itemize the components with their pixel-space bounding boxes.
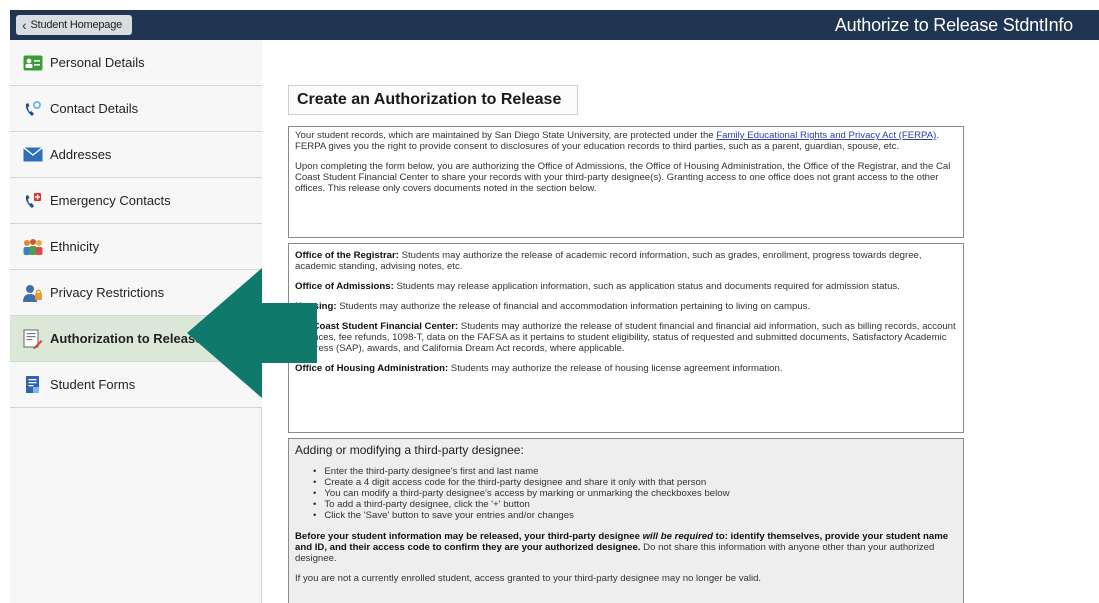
sidebar-item-label: Ethnicity — [50, 239, 100, 254]
list-item: Enter the third-party designee's first a… — [313, 466, 957, 477]
sidebar-item-label: Student Forms — [50, 377, 136, 392]
office-admissions: Office of Admissions: Students may relea… — [295, 281, 957, 292]
designee-instructions-box: Adding or modifying a third-party design… — [288, 438, 964, 603]
user-lock-icon — [22, 283, 44, 303]
designee-warning: Before your student information may be r… — [295, 531, 957, 564]
office-financial-center: Cal Coast Student Financial Center: Stud… — [295, 321, 957, 354]
list-item: Create a 4 digit access code for the thi… — [313, 477, 957, 488]
designee-cutoff-text: If you are not a currently enrolled stud… — [295, 573, 762, 584]
ferpa-link[interactable]: Family Educational Rights and Privacy Ac… — [716, 130, 936, 141]
phone-contact-icon — [22, 99, 44, 119]
sidebar-item-emergency-contacts[interactable]: Emergency Contacts — [10, 178, 262, 224]
list-item: Click the 'Save' button to save your ent… — [313, 510, 957, 521]
people-group-icon — [22, 237, 44, 257]
sidebar-item-ethnicity[interactable]: Ethnicity — [10, 224, 262, 270]
student-homepage-button[interactable]: ‹ Student Homepage — [16, 15, 133, 35]
list-item: To add a third-party designee, click the… — [313, 499, 957, 510]
sidebar-item-contact-details[interactable]: Contact Details — [10, 86, 262, 132]
office-description: Students may authorize the release of ho… — [448, 363, 783, 374]
office-description: Students may authorize the release of fi… — [336, 301, 811, 312]
office-name: Office of the Registrar: — [295, 250, 399, 261]
emergency-phone-icon — [22, 191, 44, 211]
sidebar-item-label: Emergency Contacts — [50, 193, 171, 208]
section-heading: Create an Authorization to Release — [288, 85, 578, 115]
office-housing-administration: Office of Housing Administration: Studen… — [295, 363, 957, 374]
sidebar-item-label: Contact Details — [50, 101, 139, 116]
page-title: Authorize to Release StdntInfo — [834, 15, 1073, 35]
office-description: Students may release application informa… — [393, 281, 900, 292]
designee-title: Adding or modifying a third-party design… — [295, 443, 524, 457]
back-button-label: Student Homepage — [30, 19, 123, 31]
sidebar-item-label: Addresses — [50, 147, 112, 162]
warning-emphasis: will be required — [642, 531, 713, 542]
forms-icon — [22, 375, 44, 395]
office-name: Office of Housing Administration: — [295, 363, 449, 374]
left-arrow-icon — [187, 268, 317, 398]
designee-steps-list: Enter the third-party designee's first a… — [313, 466, 957, 521]
list-item: You can modify a third-party designee's … — [313, 488, 957, 499]
sidebar-item-addresses[interactable]: Addresses — [10, 132, 262, 178]
intro-paragraph-2: Upon completing the form below, you are … — [295, 161, 951, 194]
intro-text: Your student records, which are maintain… — [295, 130, 717, 141]
office-housing: Housing: Students may authorize the rele… — [295, 301, 957, 312]
office-registrar: Office of the Registrar: Students may au… — [295, 250, 957, 272]
chevron-left-icon: ‹ — [22, 17, 27, 33]
offices-box: Office of the Registrar: Students may au… — [288, 243, 964, 433]
header-bar: ‹ Student Homepage Authorize to Release … — [10, 10, 1099, 40]
envelope-icon — [22, 145, 44, 165]
office-name: Cal Coast Student Financial Center: — [295, 321, 459, 332]
sidebar-item-label: Personal Details — [50, 55, 145, 70]
sidebar-item-label: Authorization to Release — [50, 331, 203, 346]
sidebar-item-personal-details[interactable]: Personal Details — [10, 40, 262, 86]
document-authorization-icon — [22, 328, 44, 349]
intro-box: Your student records, which are maintain… — [288, 126, 964, 238]
sidebar-item-label: Privacy Restrictions — [50, 285, 165, 300]
intro-paragraph-1: Your student records, which are maintain… — [295, 130, 957, 152]
warning-text: Before your student information may be r… — [295, 531, 643, 542]
id-card-icon — [22, 53, 44, 73]
